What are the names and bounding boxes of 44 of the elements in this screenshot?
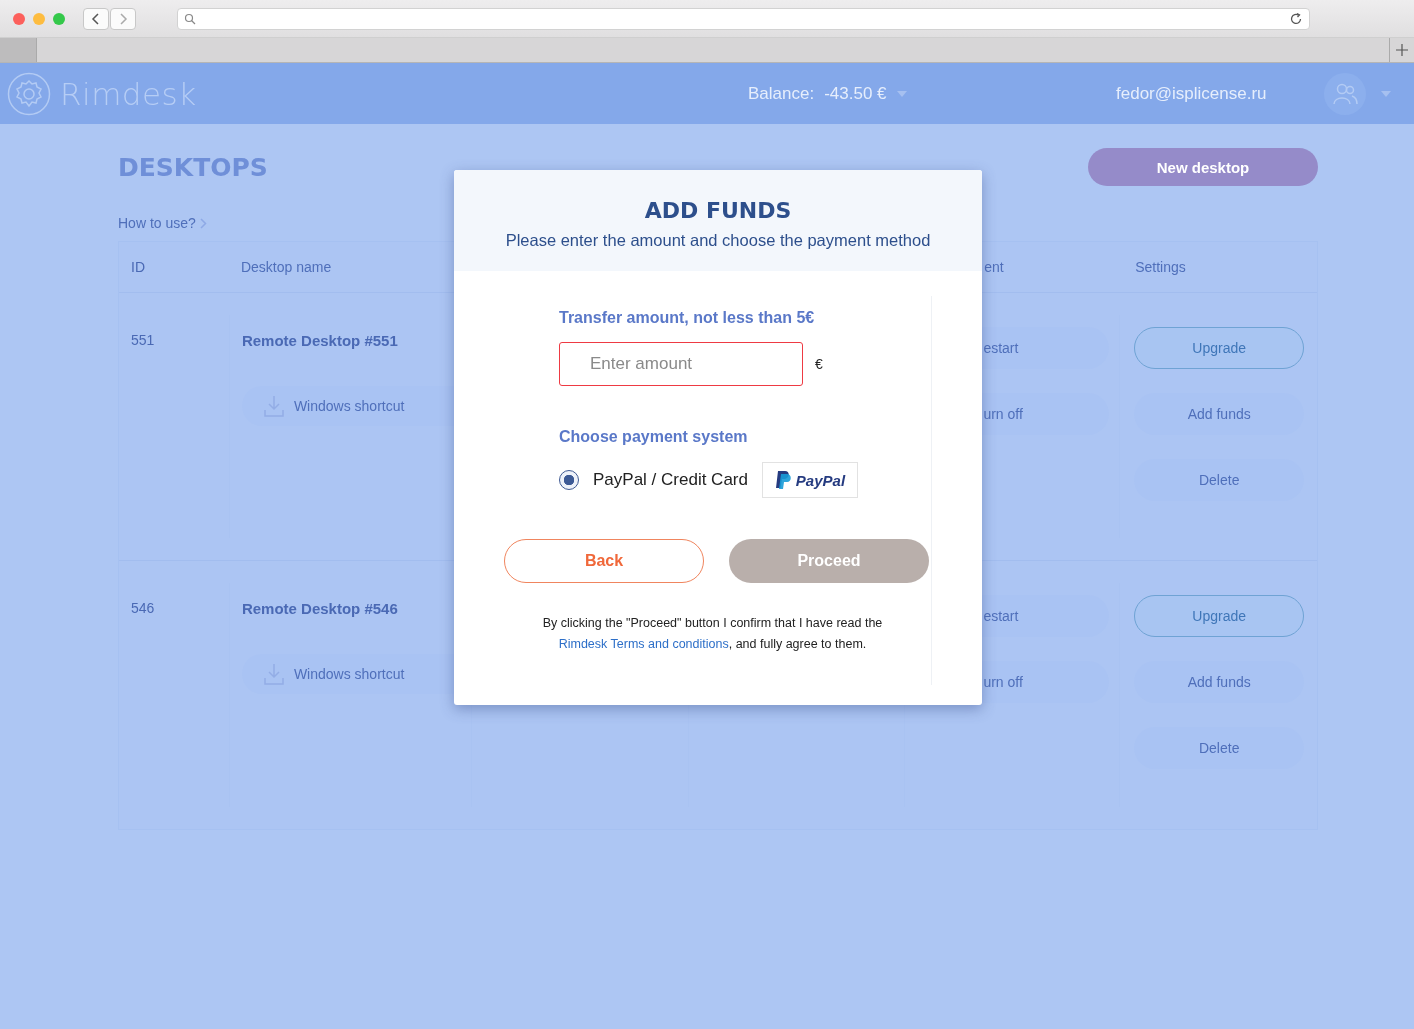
dialog-title: ADD FUNDS — [643, 198, 793, 223]
amount-label: Transfer amount, not less than 5€ — [559, 309, 816, 327]
currency-symbol: € — [815, 356, 823, 372]
balance-value[interactable]: -43.50 € — [824, 83, 887, 104]
amount-field[interactable]: Enter amount — [559, 342, 803, 386]
gear-logo-icon — [7, 71, 51, 116]
radio-button[interactable] — [559, 470, 579, 490]
user-avatar-icon[interactable] — [1324, 72, 1366, 115]
help-link[interactable]: How to use? — [118, 210, 207, 236]
column-header: ID — [131, 259, 145, 275]
back-nav-button[interactable] — [83, 7, 109, 30]
reload-icon[interactable] — [1289, 11, 1303, 26]
column-header: ent — [984, 259, 1004, 275]
minimize-window-icon[interactable] — [33, 12, 45, 25]
payment-label: Choose payment system — [559, 428, 749, 446]
desktop-name: Remote Desktop #546 — [241, 600, 399, 617]
paypal-logo: PayPal — [761, 462, 858, 498]
column-header: Desktop name — [240, 259, 332, 275]
search-icon — [184, 12, 196, 25]
close-window-icon[interactable] — [13, 12, 25, 25]
maximize-window-icon[interactable] — [53, 12, 65, 25]
caret-icon[interactable] — [1381, 90, 1391, 97]
user-email: fedor@isplicense.ru — [1116, 83, 1268, 104]
chevron-right-icon — [199, 217, 207, 229]
dialog-subtitle: Please enter the amount and choose the payment method — [504, 231, 932, 250]
consent-text: By clicking the "Proceed" button I confirm that I have read the Rimdesk Terms and conditions, and fully agree to them. — [541, 615, 884, 653]
column-header: Settings — [1135, 259, 1186, 275]
new-desktop-button[interactable]: New desktop — [1088, 148, 1318, 186]
settings-button[interactable]: Upgrade — [1134, 327, 1305, 369]
back-button[interactable]: Back — [504, 539, 704, 583]
caret-icon[interactable] — [896, 90, 907, 97]
page-title: DESKTOPS — [118, 152, 268, 182]
settings-button[interactable]: Upgrade — [1134, 595, 1305, 637]
address-field[interactable] — [177, 7, 1310, 30]
desktop-id: 551 — [131, 332, 156, 348]
terms-link[interactable]: Rimdesk Terms and conditions — [558, 637, 729, 651]
desktop-id: 546 — [131, 600, 156, 616]
balance-label: Balance: — [748, 83, 815, 104]
chevron-right-icon — [118, 12, 128, 25]
forward-nav-button[interactable] — [110, 7, 136, 30]
browser-tab[interactable] — [0, 38, 37, 62]
chevron-left-icon — [91, 12, 101, 25]
payment-option-label[interactable]: PayPal / Credit Card — [593, 470, 748, 490]
desktop-name: Remote Desktop #551 — [241, 332, 399, 349]
